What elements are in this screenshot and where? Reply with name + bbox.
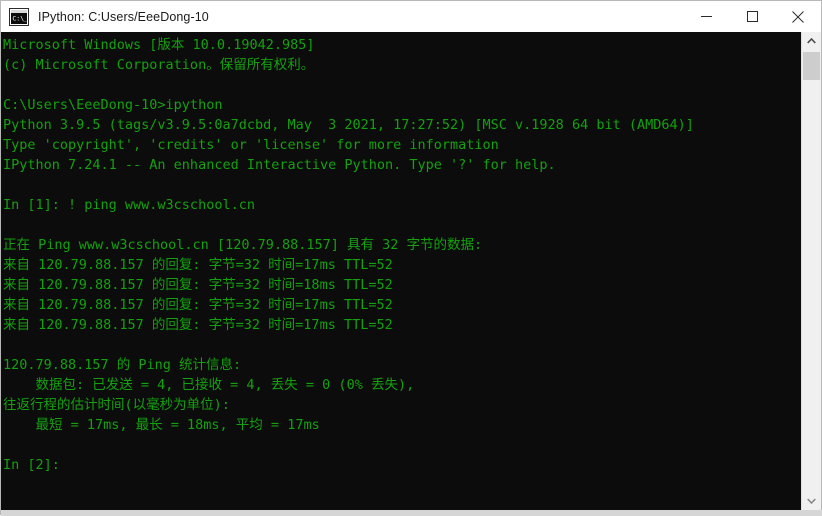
terminal-line: In [1]: ! ping www.w3cschool.cn: [3, 197, 255, 213]
terminal-line: Python 3.9.5 (tags/v3.9.5:0a7dcbd, May 3…: [3, 117, 694, 133]
vertical-scrollbar[interactable]: [801, 32, 821, 510]
terminal-line: (c) Microsoft Corporation。保留所有权利。: [3, 57, 315, 73]
terminal-line: In [2]:: [3, 457, 60, 473]
terminal-line: 来自 120.79.88.157 的回复: 字节=32 时间=17ms TTL=…: [3, 317, 393, 333]
maximize-icon: [746, 11, 758, 22]
terminal-line: IPython 7.24.1 -- An enhanced Interactiv…: [3, 157, 556, 173]
terminal-lines: Microsoft Windows [版本 10.0.19042.985] (c)…: [1, 32, 801, 475]
ipython-console-window: C:\_ IPython: C:Users/EeeDong-10 Microso…: [0, 0, 822, 516]
close-button[interactable]: [775, 1, 821, 32]
window-title: IPython: C:Users/EeeDong-10: [38, 9, 209, 24]
terminal-line: 往返行程的估计时间(以毫秒为单位):: [3, 397, 230, 413]
titlebar[interactable]: C:\_ IPython: C:Users/EeeDong-10: [1, 1, 821, 32]
scrollbar-thumb[interactable]: [803, 52, 820, 80]
minimize-button[interactable]: [683, 1, 729, 32]
maximize-button[interactable]: [729, 1, 775, 32]
svg-text:C:\_: C:\_: [12, 14, 28, 22]
minimize-icon: [700, 16, 712, 17]
scroll-up-button[interactable]: [802, 32, 821, 50]
terminal-line: Type 'copyright', 'credits' or 'license'…: [3, 137, 499, 153]
scroll-down-button[interactable]: [802, 492, 821, 510]
terminal-line: 来自 120.79.88.157 的回复: 字节=32 时间=17ms TTL=…: [3, 297, 393, 313]
close-icon: [792, 10, 804, 23]
terminal-line: 正在 Ping www.w3cschool.cn [120.79.88.157]…: [3, 237, 483, 253]
terminal-output-area[interactable]: Microsoft Windows [版本 10.0.19042.985] (c)…: [1, 32, 801, 510]
console-icon: C:\_: [9, 7, 29, 26]
terminal-line: C:\Users\EeeDong-10>ipython: [3, 97, 223, 113]
terminal-line: 120.79.88.157 的 Ping 统计信息:: [3, 357, 242, 373]
window-bottom-edge: [1, 510, 822, 516]
terminal-line: 数据包: 已发送 = 4, 已接收 = 4, 丢失 = 0 (0% 丢失),: [3, 377, 415, 393]
terminal-line: 最短 = 17ms, 最长 = 18ms, 平均 = 17ms: [3, 417, 320, 433]
terminal-line: Microsoft Windows [版本 10.0.19042.985]: [3, 37, 315, 53]
chevron-down-icon: [807, 498, 816, 504]
terminal-line: 来自 120.79.88.157 的回复: 字节=32 时间=17ms TTL=…: [3, 257, 393, 273]
chevron-up-icon: [807, 38, 816, 44]
terminal-line: 来自 120.79.88.157 的回复: 字节=32 时间=18ms TTL=…: [3, 277, 393, 293]
